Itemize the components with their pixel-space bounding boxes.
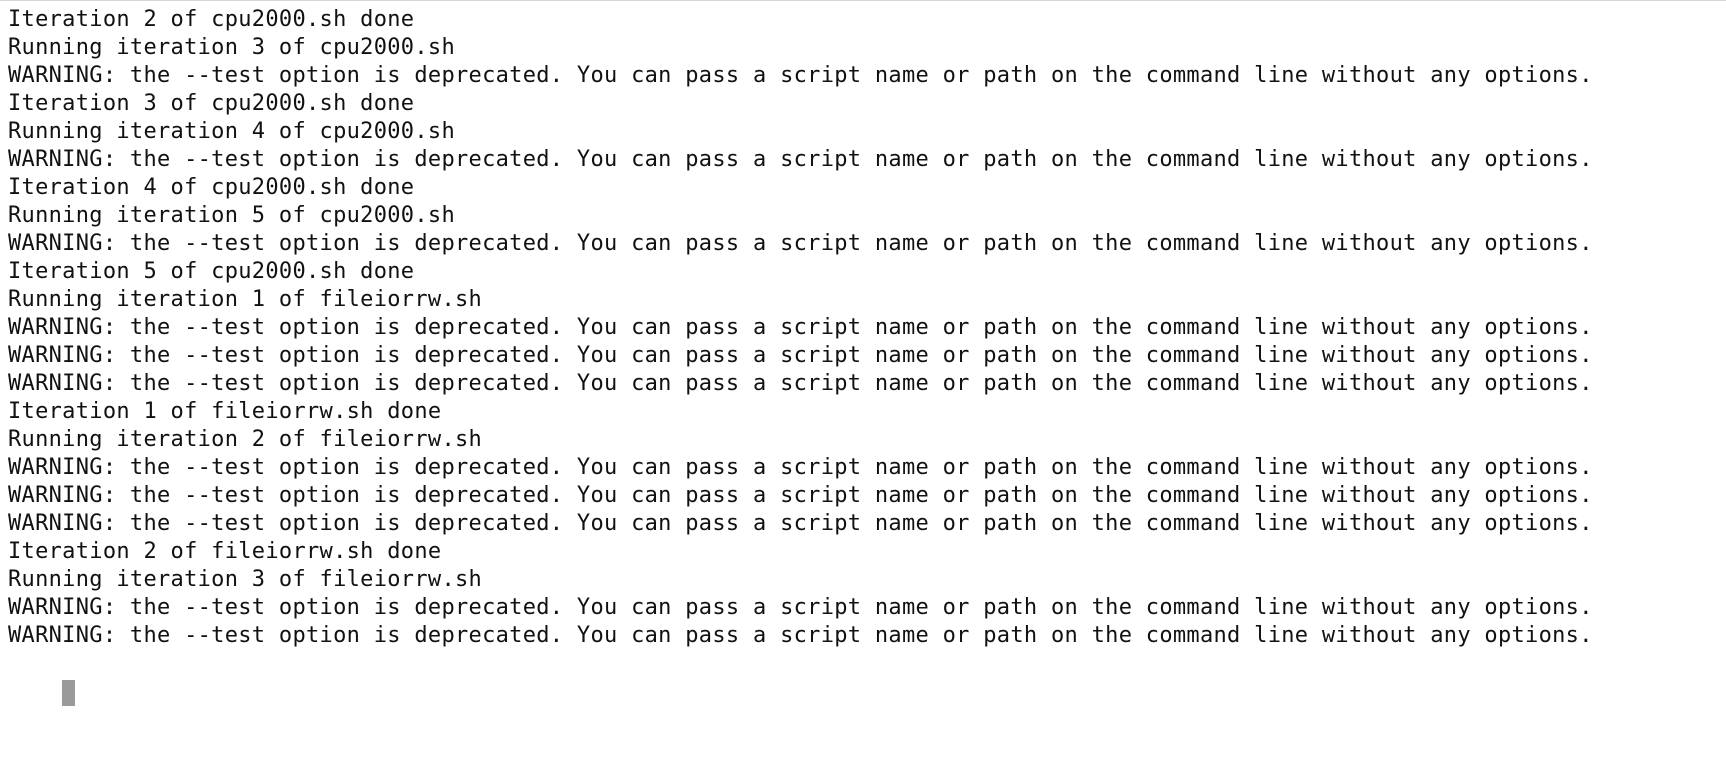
terminal-line: Running iteration 3 of cpu2000.sh — [8, 35, 455, 60]
terminal-line: WARNING: the --test option is deprecated… — [8, 147, 1593, 172]
terminal-line: Iteration 1 of fileiorrw.sh done — [8, 399, 442, 424]
terminal-line: Running iteration 3 of fileiorrw.sh — [8, 567, 483, 592]
terminal-line: WARNING: the --test option is deprecated… — [8, 511, 1593, 536]
terminal-window[interactable]: Iteration 2 of cpu2000.sh done Running i… — [0, 0, 1726, 768]
terminal-line: WARNING: the --test option is deprecated… — [8, 231, 1593, 256]
terminal-line: WARNING: the --test option is deprecated… — [8, 343, 1593, 368]
terminal-line: WARNING: the --test option is deprecated… — [8, 595, 1593, 620]
terminal-line: WARNING: the --test option is deprecated… — [8, 455, 1593, 480]
terminal-line: Iteration 4 of cpu2000.sh done — [8, 175, 415, 200]
terminal-line: Running iteration 1 of fileiorrw.sh — [8, 287, 483, 312]
terminal-line: WARNING: the --test option is deprecated… — [8, 483, 1593, 508]
terminal-line: Iteration 3 of cpu2000.sh done — [8, 91, 415, 116]
terminal-prompt-line[interactable] — [8, 650, 1726, 706]
terminal-cursor — [62, 680, 76, 706]
terminal-line: Iteration 2 of fileiorrw.sh done — [8, 539, 442, 564]
terminal-line: Running iteration 4 of cpu2000.sh — [8, 119, 455, 144]
terminal-line: WARNING: the --test option is deprecated… — [8, 315, 1593, 340]
terminal-line: WARNING: the --test option is deprecated… — [8, 623, 1593, 648]
terminal-line: Iteration 5 of cpu2000.sh done — [8, 259, 415, 284]
terminal-line: Running iteration 5 of cpu2000.sh — [8, 203, 455, 228]
terminal-line: WARNING: the --test option is deprecated… — [8, 63, 1593, 88]
terminal-line: Iteration 2 of cpu2000.sh done — [8, 7, 415, 32]
terminal-line: Running iteration 2 of fileiorrw.sh — [8, 427, 483, 452]
terminal-line: WARNING: the --test option is deprecated… — [8, 371, 1593, 396]
